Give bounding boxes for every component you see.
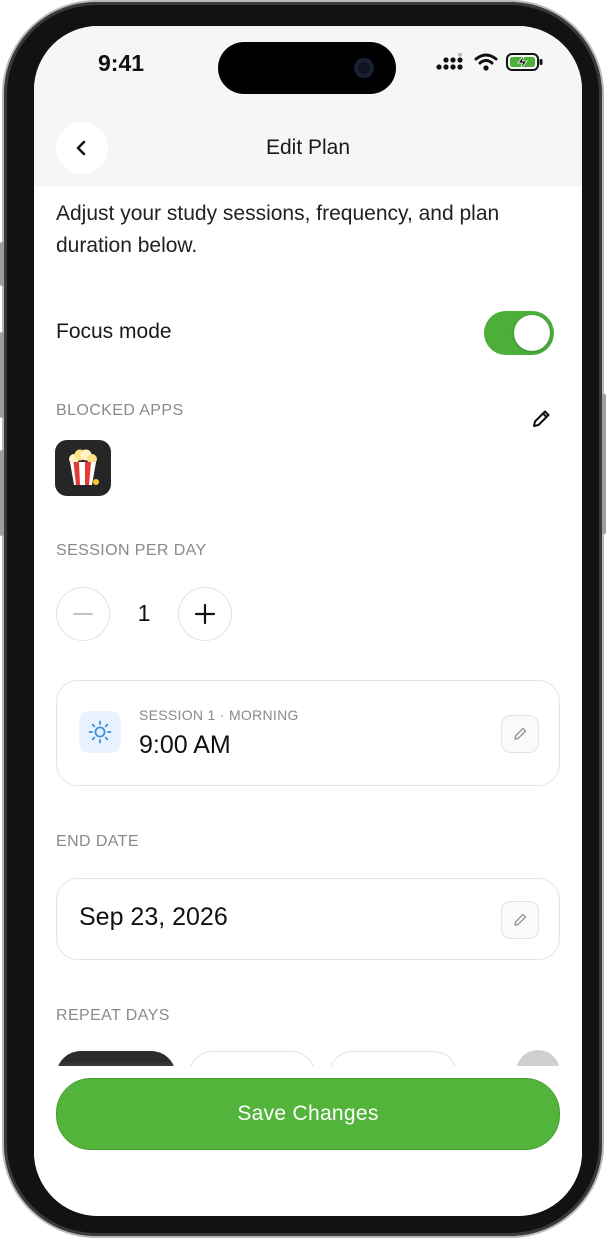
popcorn-app-icon xyxy=(69,449,99,485)
session-label: SESSION 1 · MORNING xyxy=(139,707,299,723)
dynamic-island xyxy=(218,42,396,94)
plus-icon xyxy=(194,603,216,625)
minus-icon xyxy=(73,613,93,615)
increment-button[interactable] xyxy=(178,587,232,641)
battery-charging-icon xyxy=(506,53,543,71)
decrement-button[interactable] xyxy=(56,587,110,641)
camera-icon xyxy=(354,58,374,78)
focus-mode-label: Focus mode xyxy=(56,320,172,343)
pencil-icon xyxy=(514,727,527,740)
power-button xyxy=(602,394,606,534)
volume-up-button xyxy=(0,332,4,418)
edit-session-button[interactable] xyxy=(501,715,539,753)
end-date-label: END DATE xyxy=(56,833,139,850)
app-screen: 9:41 Edit Plan Adjust your study session… xyxy=(34,26,582,1216)
edit-blocked-apps-button[interactable] xyxy=(526,404,556,434)
volume-down-button xyxy=(0,450,4,536)
edit-end-date-button[interactable] xyxy=(501,901,539,939)
focus-mode-toggle[interactable] xyxy=(484,311,554,355)
session-time: 9:00 AM xyxy=(139,731,231,759)
phone-frame: 9:41 Edit Plan Adjust your study session… xyxy=(0,2,606,1236)
plan-description: Adjust your study sessions, frequency, a… xyxy=(56,202,500,257)
status-time: 9:41 xyxy=(98,50,145,76)
session-icon-box xyxy=(79,711,121,753)
pencil-icon xyxy=(533,410,550,427)
session-per-day-label: SESSION PER DAY xyxy=(56,542,207,559)
end-date-card[interactable]: Sep 23, 2026 xyxy=(56,878,560,960)
pencil-icon xyxy=(514,913,527,926)
toggle-knob xyxy=(514,315,550,351)
cellular-signal-icon xyxy=(436,53,463,70)
wifi-icon xyxy=(474,53,498,71)
status-icons xyxy=(436,52,544,72)
repeat-days-label: REPEAT DAYS xyxy=(56,1007,170,1024)
session-card[interactable]: SESSION 1 · MORNING 9:00 AM xyxy=(56,680,560,786)
end-date-value: Sep 23, 2026 xyxy=(79,903,228,931)
save-changes-button[interactable]: Save Changes xyxy=(56,1078,560,1150)
sun-icon xyxy=(88,720,112,744)
page-title: Edit Plan xyxy=(265,136,351,159)
blocked-apps-label: BLOCKED APPS xyxy=(56,402,184,419)
blocked-app-popcorn[interactable] xyxy=(55,440,111,496)
sessions-count: 1 xyxy=(137,600,151,626)
action-button xyxy=(0,242,4,286)
